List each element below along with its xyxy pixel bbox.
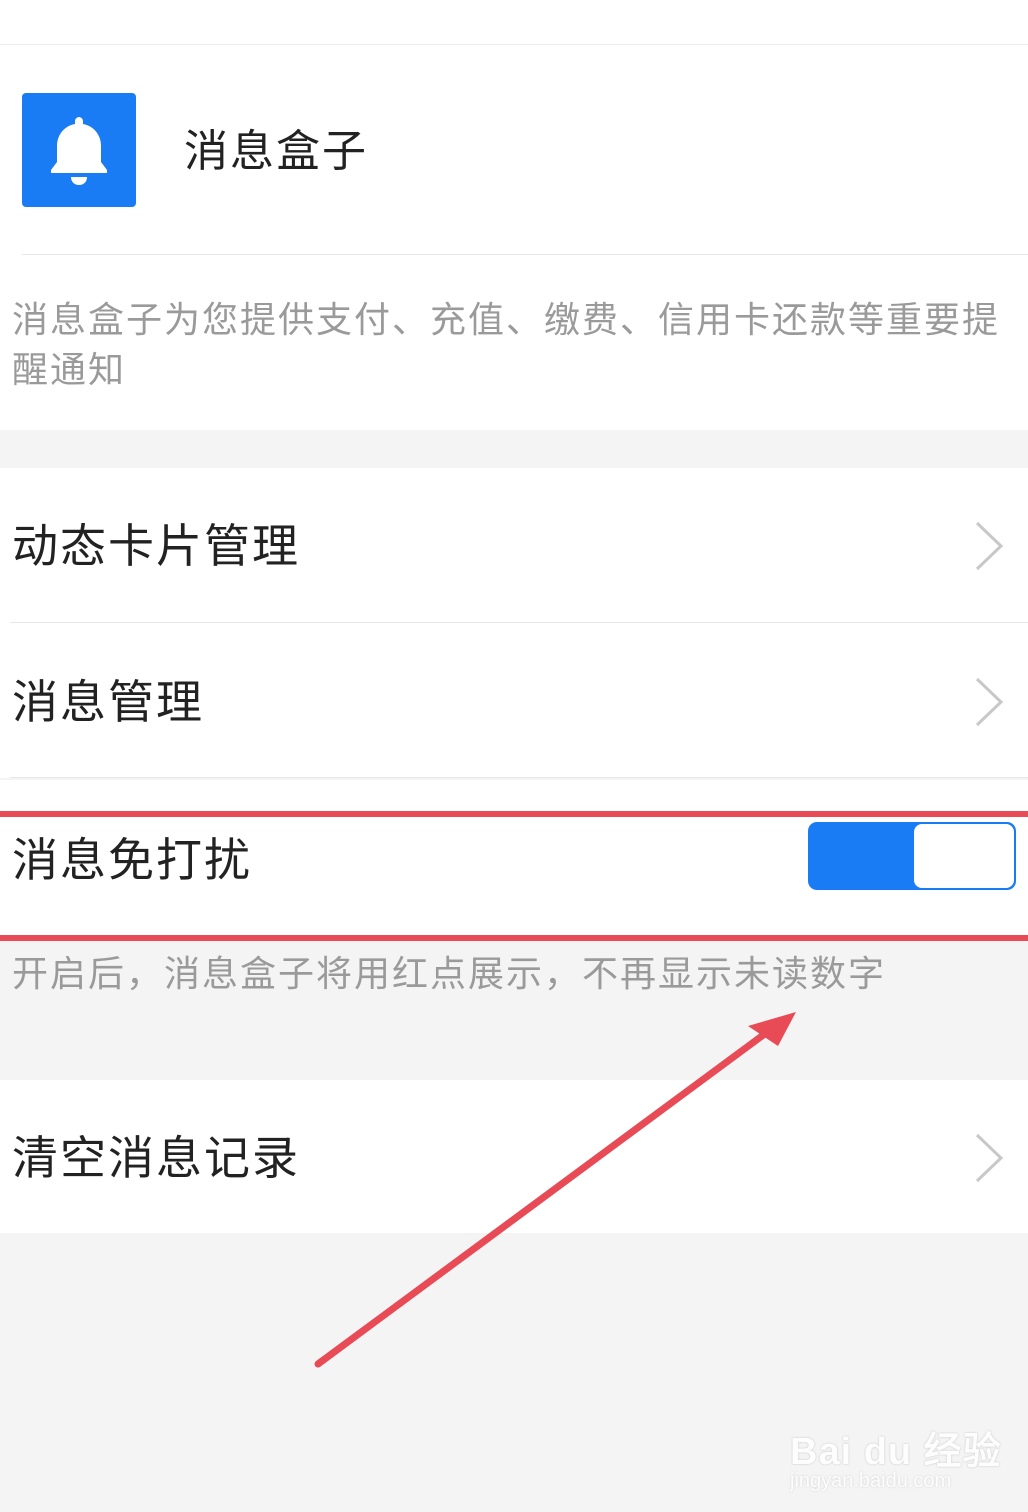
top-strip [0,0,1028,45]
header-divider [22,254,1028,255]
chevron-right-icon [974,520,1004,572]
do-not-disturb-label: 消息免打扰 [12,833,252,887]
clear-messages-item[interactable]: 清空消息记录 [12,1128,300,1188]
watermark-sub: jingyan.baidu.com [790,1470,952,1492]
do-not-disturb-hint: 开启后，消息盒子将用红点展示，不再显示未读数字 [12,954,887,995]
chevron-right-icon [974,676,1004,728]
clear-messages-label: 清空消息记录 [12,1131,300,1185]
toggle-knob [914,824,1014,888]
row-divider [10,622,1028,623]
card-management-label: 动态卡片管理 [12,519,300,573]
bell-icon [22,93,136,207]
app-description: 消息盒子为您提供支付、充值、缴费、信用卡还款等重要提醒通知 [12,300,1001,391]
chevron-right-icon [974,1132,1004,1184]
settings-group-2: 清空消息记录 [0,1080,1028,1233]
annotation-highlight-bottom [0,935,1028,941]
card-management-item[interactable]: 动态卡片管理 [12,516,300,576]
watermark-main: Bai du 经验 [790,1431,1002,1473]
row-divider [10,777,1028,778]
settings-group-1: 动态卡片管理 消息管理 [0,468,1028,778]
app-title: 消息盒子 [184,126,368,177]
message-management-item[interactable]: 消息管理 [12,672,204,732]
annotation-highlight-top [0,811,1028,817]
message-management-label: 消息管理 [12,675,204,729]
do-not-disturb-toggle[interactable] [808,822,1016,890]
baidu-watermark: Bai du 经验 jingyan.baidu.com [790,1400,1020,1500]
